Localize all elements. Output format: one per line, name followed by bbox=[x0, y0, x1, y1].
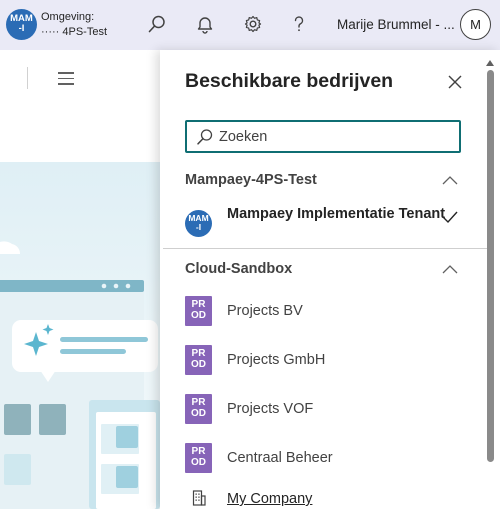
background-illustration bbox=[0, 162, 160, 509]
help-icon[interactable] bbox=[287, 12, 311, 36]
prod-badge: PR OD bbox=[185, 296, 212, 326]
prod-badge: PR OD bbox=[185, 443, 212, 473]
group-header-cloud-sandbox[interactable]: Cloud-Sandbox bbox=[185, 261, 292, 277]
panel-scrollbar[interactable] bbox=[484, 60, 496, 509]
scrollbar-thumb[interactable] bbox=[487, 70, 494, 462]
search-input[interactable] bbox=[219, 125, 455, 149]
prod-badge: PR OD bbox=[185, 345, 212, 375]
companies-panel: Beschikbare bedrijven Mampaey-4PS-Test M… bbox=[160, 50, 500, 509]
search-icon bbox=[196, 128, 214, 151]
chevron-up-icon[interactable] bbox=[441, 263, 459, 275]
menu-icon[interactable] bbox=[58, 72, 74, 85]
search-icon[interactable] bbox=[145, 12, 169, 36]
environment-avatar-text: MAM -I bbox=[10, 13, 33, 34]
group-divider bbox=[163, 248, 491, 249]
company-label: Centraal Beheer bbox=[227, 450, 333, 466]
group-header-mampaey[interactable]: Mampaey-4PS-Test bbox=[185, 172, 317, 188]
my-company-link[interactable]: My Company bbox=[160, 486, 490, 509]
company-label: Projects VOF bbox=[227, 401, 314, 417]
checkmark-icon bbox=[442, 211, 458, 224]
company-item-projects-bv[interactable]: PR OD Projects BV bbox=[160, 294, 490, 338]
close-icon[interactable] bbox=[444, 71, 466, 93]
prod-badge-text: PR OD bbox=[191, 397, 206, 419]
environment-value[interactable]: ····· 4PS-Test bbox=[41, 26, 107, 38]
company-label: Projects BV bbox=[227, 303, 303, 319]
company-item-projects-gmbh[interactable]: PR OD Projects GmbH bbox=[160, 343, 490, 387]
user-avatar[interactable]: M bbox=[460, 9, 491, 40]
prod-badge-text: PR OD bbox=[191, 446, 206, 468]
company-avatar-text: MAM -I bbox=[188, 213, 209, 232]
environment-avatar[interactable]: MAM -I bbox=[6, 9, 37, 40]
prod-badge-text: PR OD bbox=[191, 348, 206, 370]
building-icon bbox=[192, 490, 206, 506]
company-item-centraal-beheer[interactable]: PR OD Centraal Beheer bbox=[160, 441, 490, 485]
top-bar: MAM -I Omgeving: ····· 4PS-Test Marije B… bbox=[0, 0, 500, 50]
prod-badge-text: PR OD bbox=[191, 299, 206, 321]
company-item-mampaey-implementatie[interactable]: MAM -I Mampaey Implementatie Tenant bbox=[160, 202, 490, 246]
prod-badge: PR OD bbox=[185, 394, 212, 424]
company-item-projects-vof[interactable]: PR OD Projects VOF bbox=[160, 392, 490, 436]
my-company-label[interactable]: My Company bbox=[227, 491, 312, 507]
company-label: Projects GmbH bbox=[227, 352, 326, 368]
search-box bbox=[185, 120, 461, 153]
panel-title: Beschikbare bedrijven bbox=[185, 70, 394, 92]
company-label: Mampaey Implementatie Tenant bbox=[227, 206, 446, 222]
toolbar-divider bbox=[27, 67, 28, 89]
user-name[interactable]: Marije Brummel - ... bbox=[337, 17, 455, 32]
bell-icon[interactable] bbox=[193, 12, 217, 36]
environment-label: Omgeving: bbox=[41, 11, 95, 23]
chevron-up-icon[interactable] bbox=[441, 174, 459, 186]
background-app bbox=[0, 50, 160, 509]
gear-icon[interactable] bbox=[241, 12, 265, 36]
scroll-up-icon[interactable] bbox=[486, 60, 494, 66]
company-avatar: MAM -I bbox=[185, 210, 212, 237]
